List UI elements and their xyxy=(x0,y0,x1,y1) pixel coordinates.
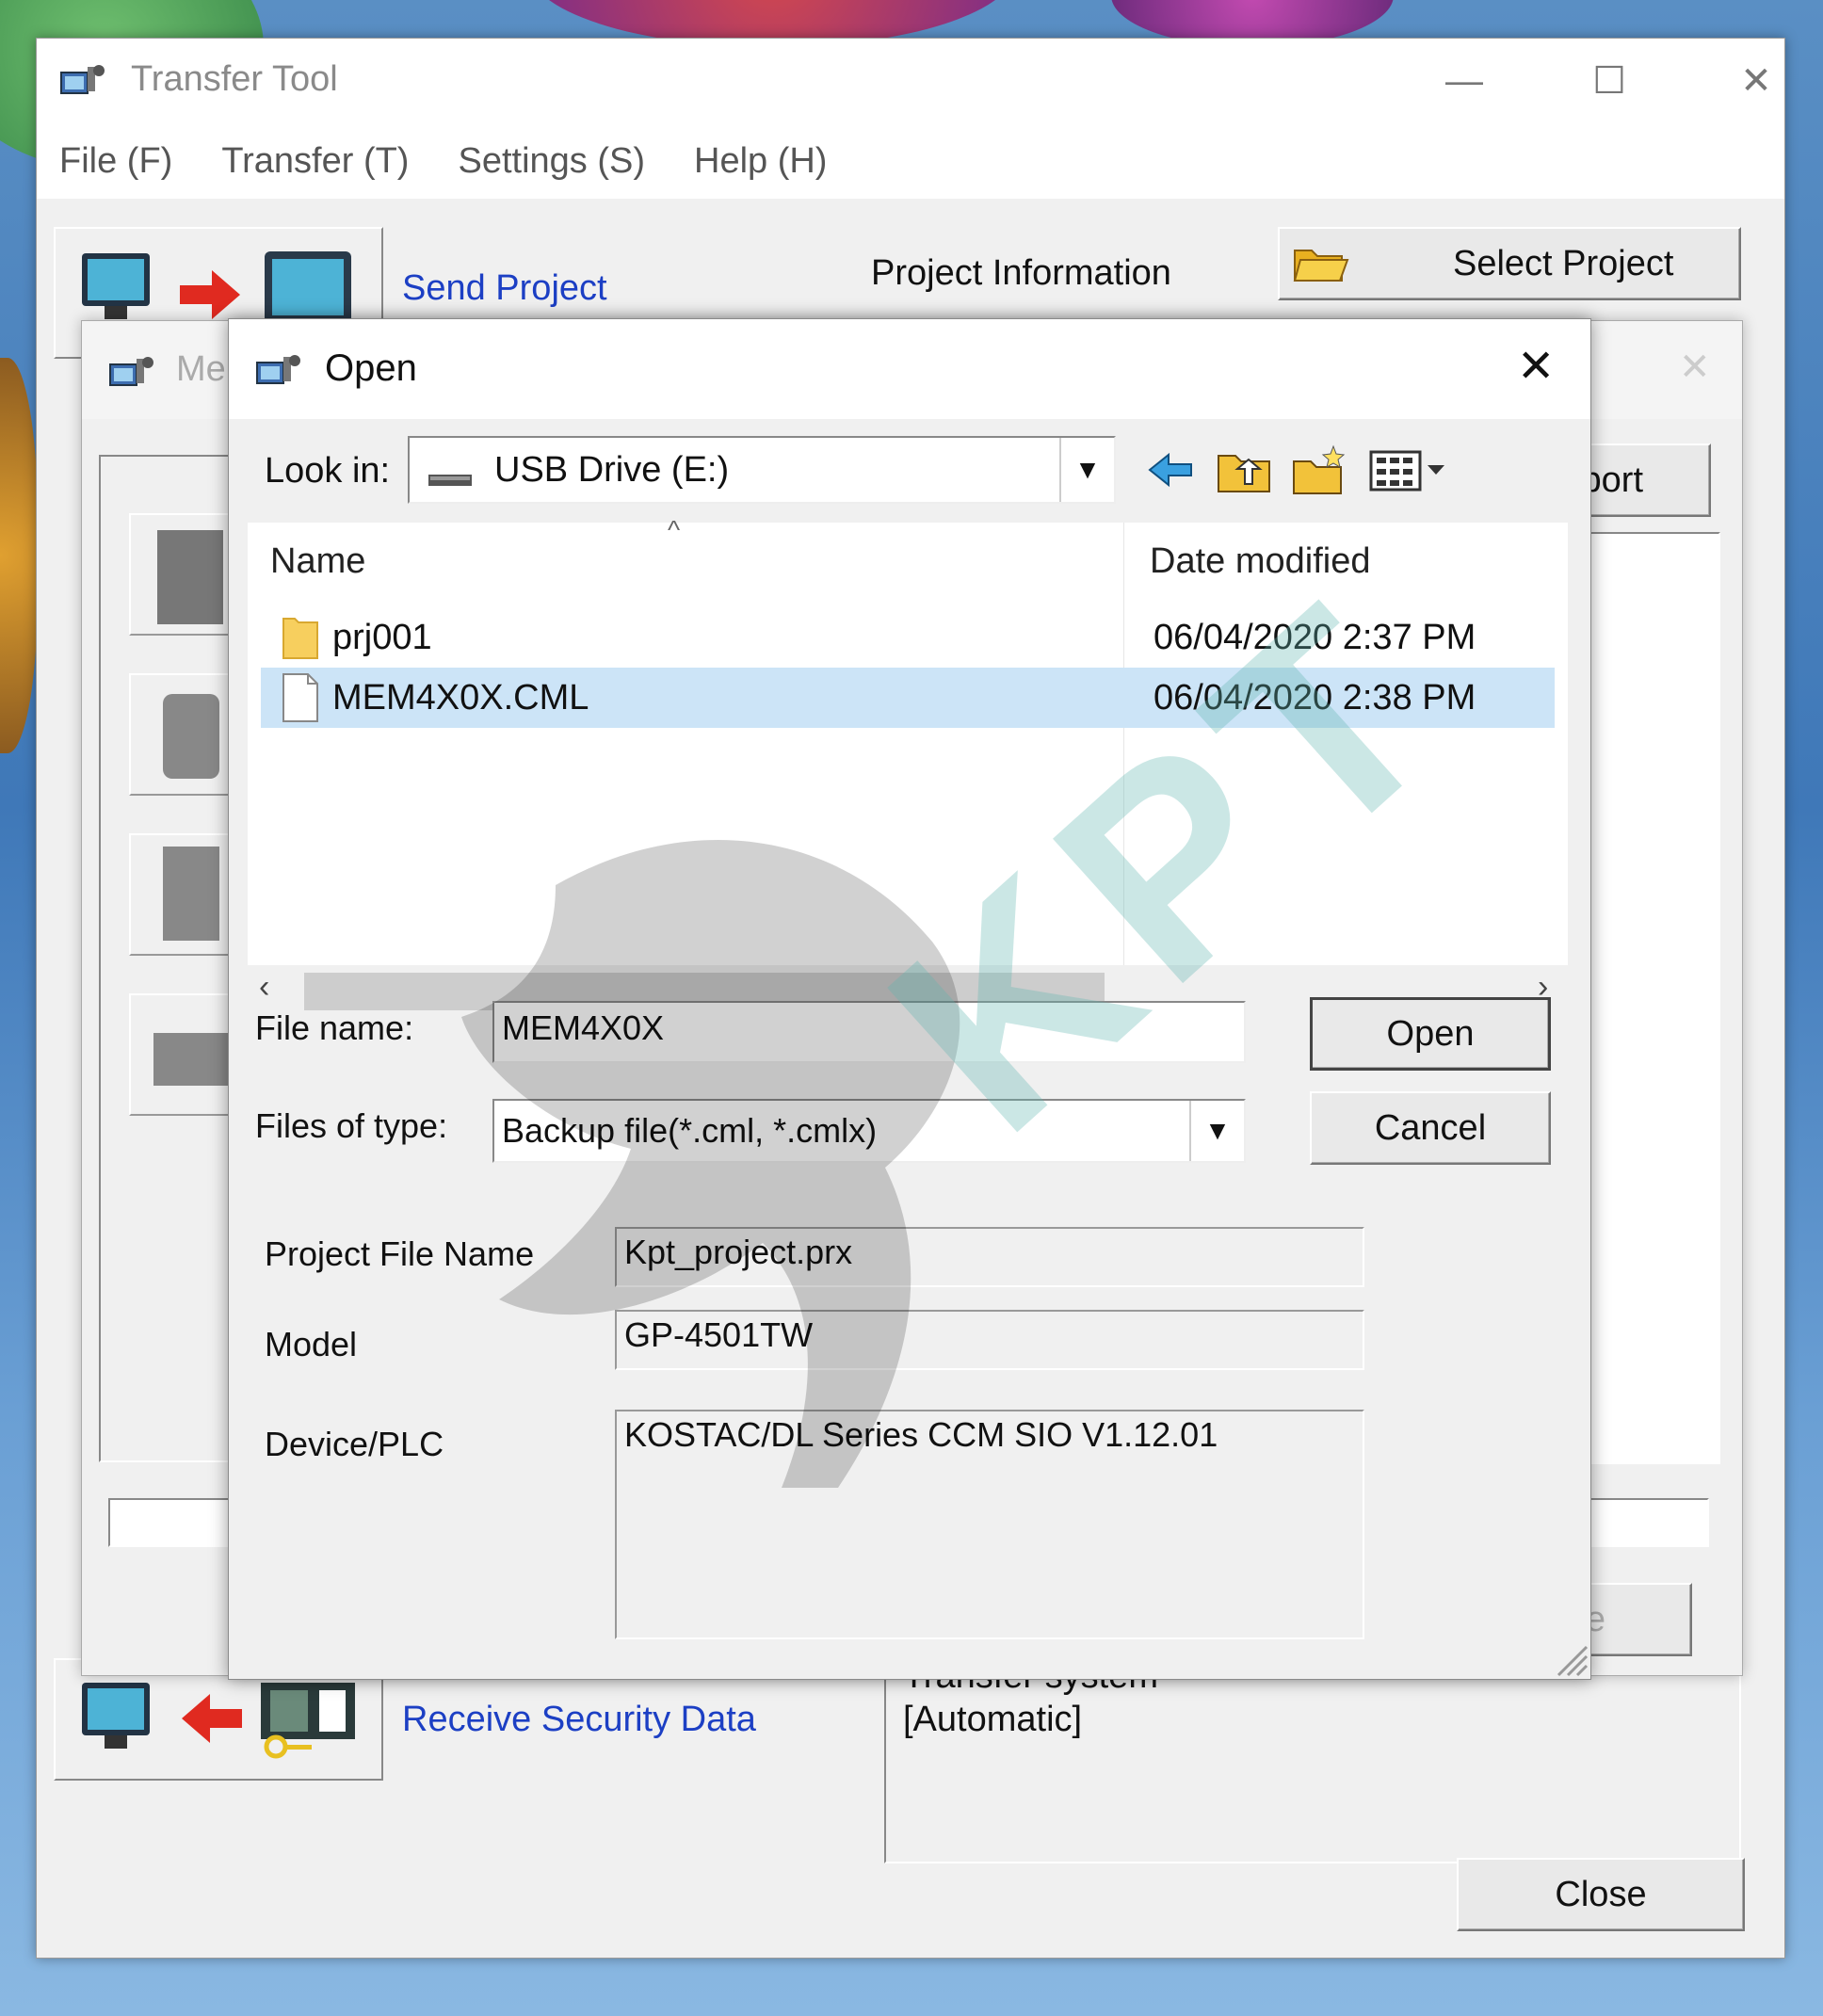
look-in-select[interactable]: USB Drive (E:) ▼ xyxy=(408,436,1116,504)
pc-icon xyxy=(76,246,155,325)
security-key-icon xyxy=(257,1679,361,1760)
open-title: Open xyxy=(325,347,417,389)
cancel-button-label: Cancel xyxy=(1374,1107,1487,1148)
title-bar: Transfer Tool — ☐ ✕ xyxy=(37,39,1784,123)
chevron-down-icon[interactable]: ▼ xyxy=(1059,438,1114,502)
scroll-left-icon[interactable]: ‹ xyxy=(259,969,269,1006)
close-window-button[interactable]: ✕ xyxy=(1709,39,1803,123)
file-date: 06/04/2020 2:38 PM xyxy=(1153,677,1476,718)
column-date-header[interactable]: Date modified xyxy=(1150,541,1370,582)
window-title: Transfer Tool xyxy=(131,59,338,99)
transfer-tool-icon xyxy=(108,353,157,395)
close-icon[interactable]: ✕ xyxy=(1517,340,1555,393)
minimize-button[interactable]: — xyxy=(1417,39,1511,123)
device-plc-label: Device/PLC xyxy=(265,1425,444,1463)
file-list: ^ Name Date modified prj001 06/04/2020 2… xyxy=(248,515,1568,965)
open-dialog: Open ✕ Look in: USB Drive (E:) ▼ ^ Name … xyxy=(228,318,1591,1680)
pc-icon xyxy=(76,1675,155,1754)
file-name: MEM4X0X.CML xyxy=(332,677,589,718)
project-file-name-field: Kpt_project.prx xyxy=(615,1227,1364,1287)
file-name-label: File name: xyxy=(255,1008,414,1047)
resize-grip-icon[interactable] xyxy=(1555,1643,1589,1677)
transfer-mode-text: [Automatic] xyxy=(903,1700,1083,1739)
mid-right-panel xyxy=(1579,532,1720,1464)
menu-settings[interactable]: Settings (S) xyxy=(458,141,645,182)
open-button[interactable]: Open xyxy=(1310,997,1551,1071)
model-label: Model xyxy=(265,1325,358,1363)
file-icon xyxy=(280,672,325,723)
files-of-type-select[interactable]: Backup file(*.cml, *.cmlx) ▼ xyxy=(492,1099,1246,1163)
close-button[interactable]: Close xyxy=(1457,1858,1745,1931)
menu-help[interactable]: Help (H) xyxy=(694,141,827,182)
view-menu-icon[interactable] xyxy=(1364,440,1455,500)
new-folder-icon[interactable] xyxy=(1289,440,1349,500)
sort-chevron-icon: ^ xyxy=(668,515,681,544)
select-project-button[interactable]: Select Project xyxy=(1278,227,1741,300)
column-name-header[interactable]: Name xyxy=(270,541,365,582)
cancel-button[interactable]: Cancel xyxy=(1310,1091,1551,1165)
model-field: GP-4501TW xyxy=(615,1310,1364,1370)
menu-bar: File (F) Transfer (T) Settings (S) Help … xyxy=(37,123,1784,199)
look-in-label: Look in: xyxy=(265,451,391,491)
menu-transfer[interactable]: Transfer (T) xyxy=(221,141,409,182)
files-of-type-value: Backup file(*.cml, *.cmlx) xyxy=(502,1111,878,1150)
up-folder-icon[interactable] xyxy=(1214,440,1274,500)
folder-open-icon xyxy=(1293,243,1349,284)
maximize-button[interactable]: ☐ xyxy=(1562,39,1656,123)
project-file-name-label: Project File Name xyxy=(265,1234,535,1273)
column-divider xyxy=(1123,523,1124,965)
file-name-input[interactable]: MEM4X0X xyxy=(492,1001,1246,1063)
transfer-system-panel: Transfer system [Automatic] xyxy=(884,1656,1741,1863)
receive-security-label[interactable]: Receive Security Data xyxy=(402,1700,756,1740)
files-of-type-label: Files of type: xyxy=(255,1106,448,1145)
wallpaper-balloon xyxy=(0,358,38,753)
close-label: Close xyxy=(1555,1874,1647,1914)
file-name: prj001 xyxy=(332,617,432,657)
usb-drive-icon xyxy=(427,459,474,486)
select-project-label: Select Project xyxy=(1453,243,1674,283)
look-in-value: USB Drive (E:) xyxy=(494,449,730,490)
file-row[interactable]: prj001 06/04/2020 2:37 PM xyxy=(261,607,1555,668)
folder-icon xyxy=(280,613,325,662)
open-button-label: Open xyxy=(1386,1013,1475,1054)
file-row-selected[interactable]: MEM4X0X.CML 06/04/2020 2:38 PM xyxy=(261,668,1555,728)
file-date: 06/04/2020 2:37 PM xyxy=(1153,617,1476,657)
project-information-label: Project Information xyxy=(871,253,1171,293)
device-plc-field: KOSTAC/DL Series CCM SIO V1.12.01 xyxy=(615,1410,1364,1639)
chevron-down-icon[interactable]: ▼ xyxy=(1189,1101,1244,1161)
close-icon[interactable]: ✕ xyxy=(1679,346,1711,389)
open-title-bar: Open ✕ xyxy=(229,319,1590,419)
transfer-tool-icon xyxy=(59,61,108,103)
red-arrow-icon xyxy=(180,268,242,321)
transfer-tool-icon xyxy=(255,351,304,393)
send-project-label[interactable]: Send Project xyxy=(402,268,607,309)
mid-title: Me xyxy=(176,349,226,389)
back-arrow-icon[interactable] xyxy=(1142,442,1199,498)
red-arrow-left-icon xyxy=(180,1692,242,1745)
menu-file[interactable]: File (F) xyxy=(59,141,172,182)
